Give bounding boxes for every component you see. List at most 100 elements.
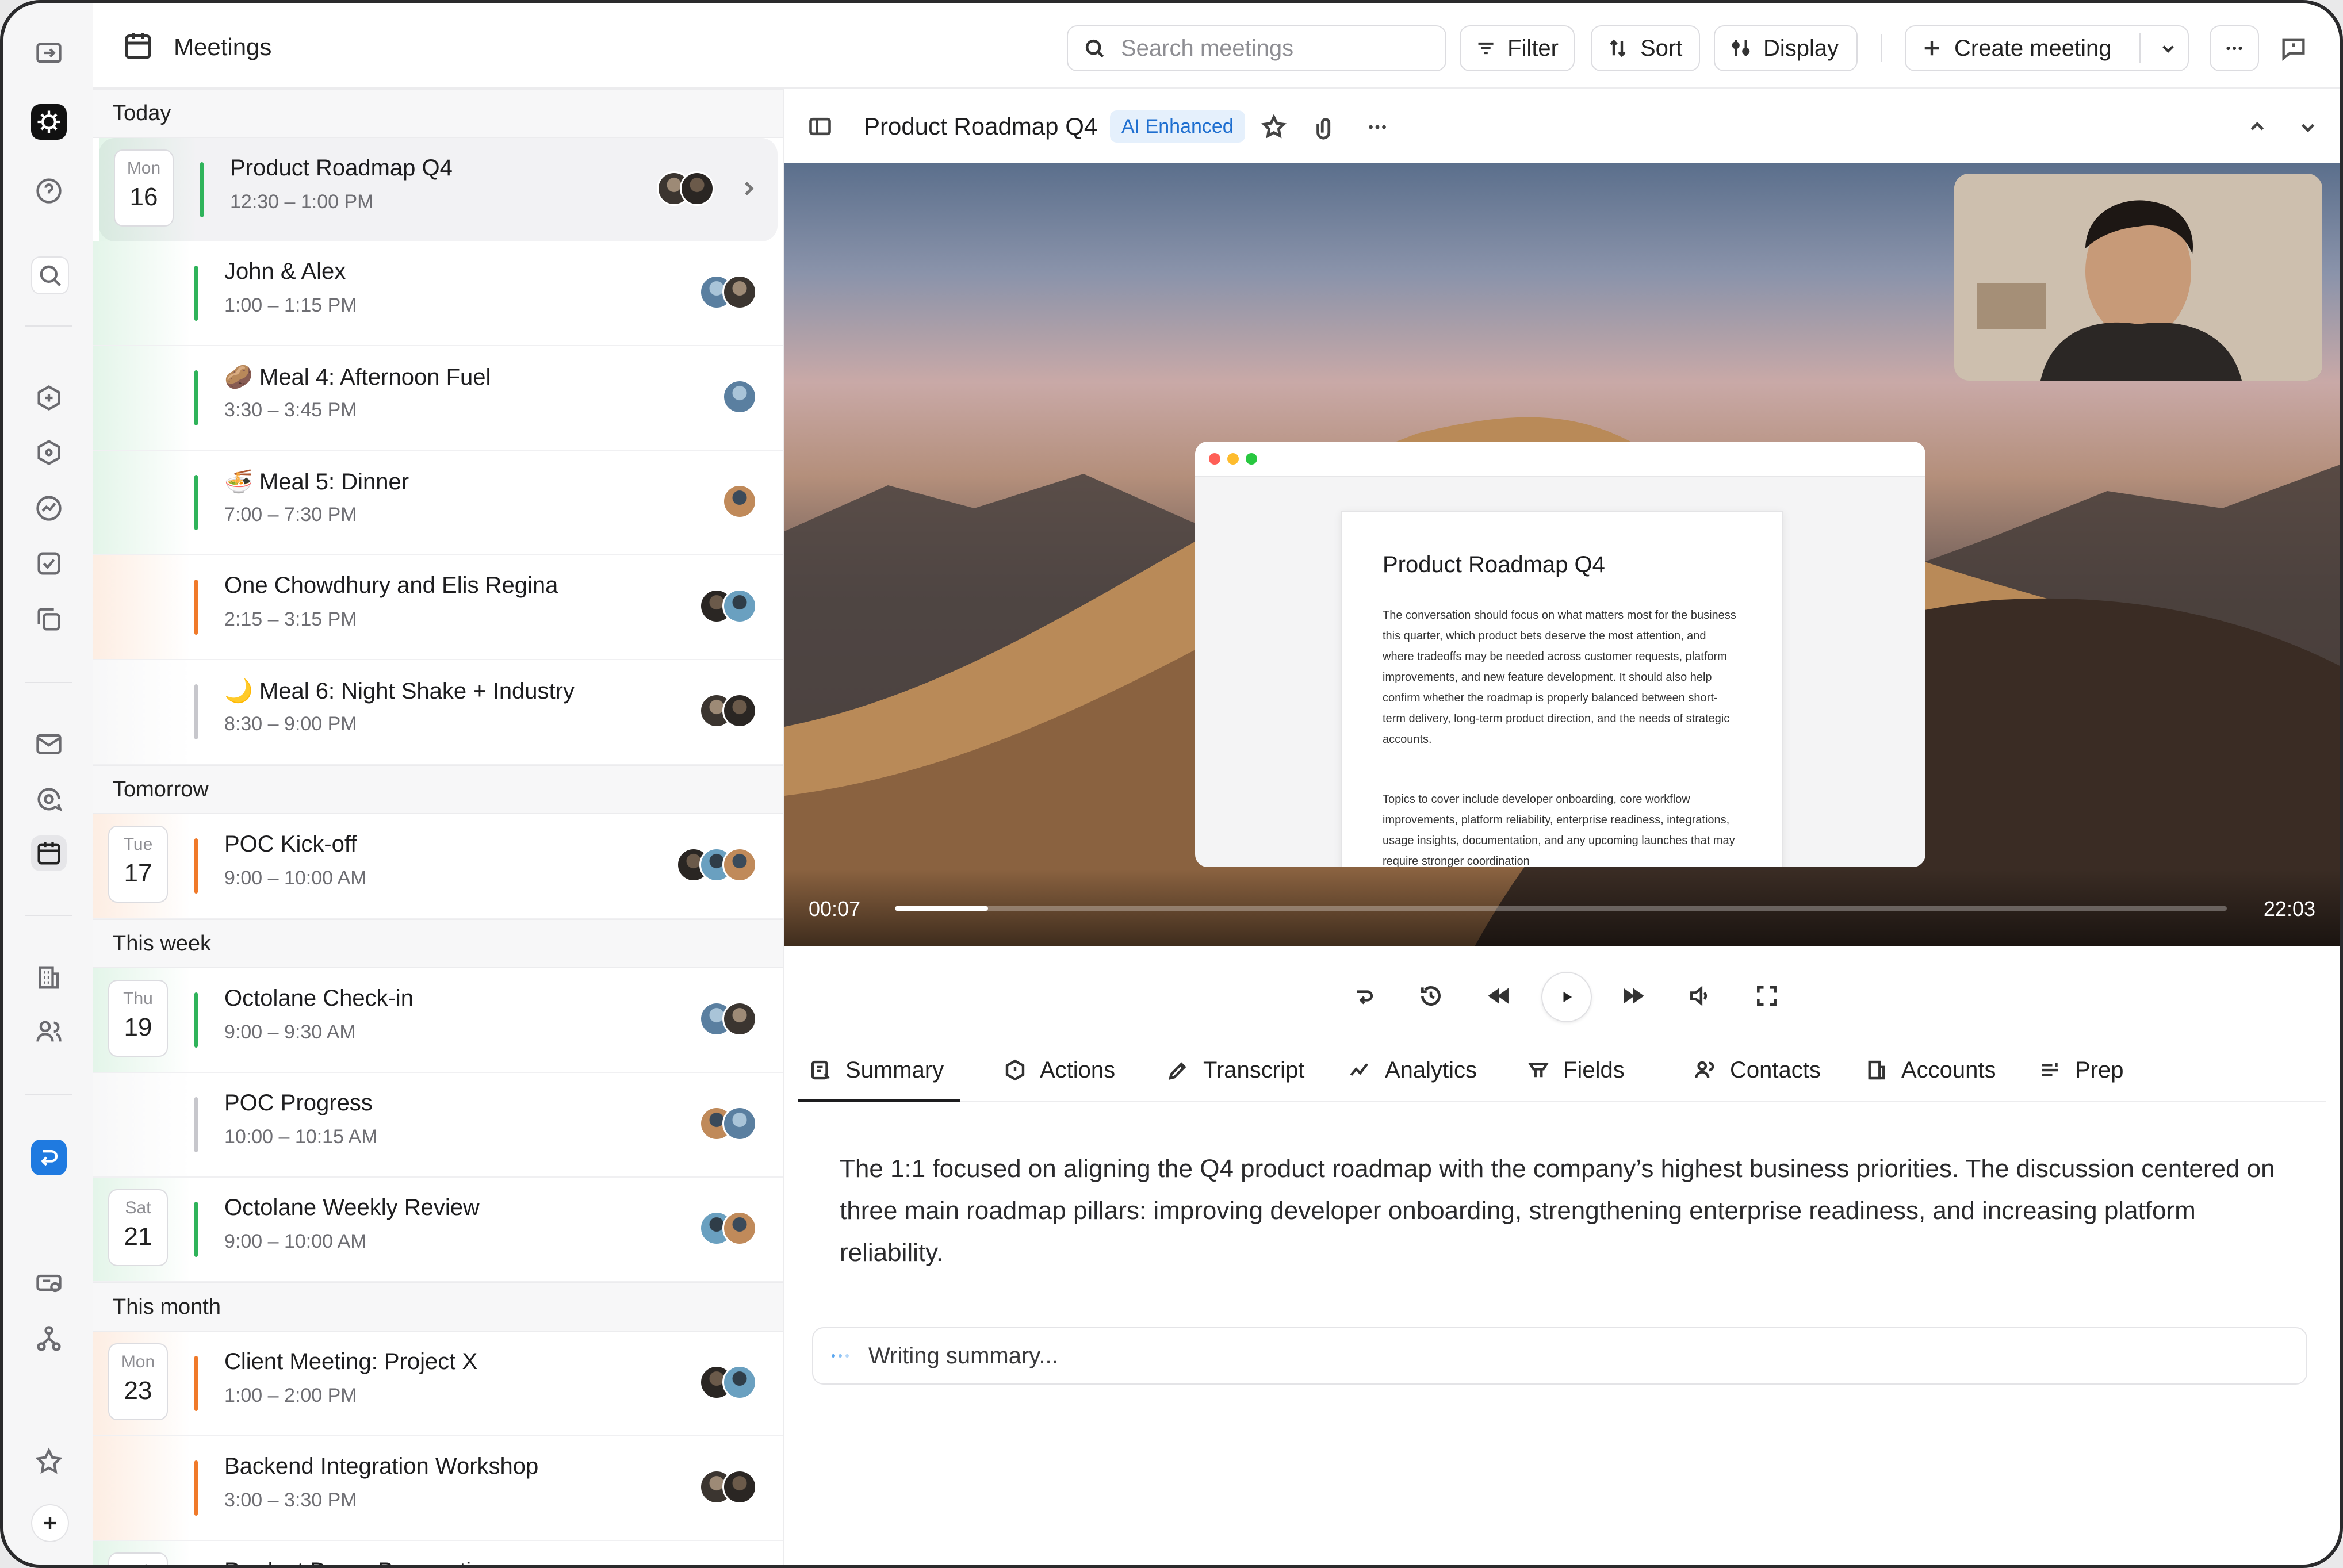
meeting-row[interactable]: 🥔 Meal 4: Afternoon Fuel 3:30 – 3:45 PM	[93, 346, 783, 451]
tab-analytics[interactable]: Analytics	[1348, 1041, 1477, 1099]
avatar	[722, 589, 757, 623]
progress-fill	[895, 906, 989, 911]
filter-icon	[1478, 42, 1494, 55]
meeting-title: Octolane Weekly Review	[224, 1195, 480, 1220]
chevron-right-icon[interactable]	[737, 177, 760, 200]
meeting-row[interactable]: 🍜 Meal 5: Dinner 7:00 – 7:30 PM	[93, 451, 783, 555]
workspace-logo-icon[interactable]	[31, 104, 67, 140]
play-button[interactable]	[1541, 972, 1592, 1022]
copy-icon[interactable]	[31, 601, 67, 637]
settings-icon[interactable]	[31, 1266, 67, 1301]
writing-summary-status: Writing summary...	[812, 1327, 2307, 1385]
search-icon[interactable]	[31, 256, 69, 294]
feedback-icon[interactable]	[2279, 33, 2308, 63]
activity-icon[interactable]	[31, 490, 67, 526]
avatar	[722, 1002, 757, 1036]
rewind-icon[interactable]	[1480, 977, 1517, 1014]
participant-avatars	[676, 848, 757, 883]
meeting-time: 1:00 – 2:00 PM	[224, 1385, 357, 1406]
tab-contacts[interactable]: Contacts	[1693, 1041, 1821, 1099]
toggle-sidebar-icon[interactable]	[807, 114, 833, 139]
meeting-row[interactable]: 🌙 Meal 6: Night Shake + Industry 8:30 – …	[93, 660, 783, 765]
meeting-row[interactable]: Tue 17 POC Kick-off 9:00 – 10:00 AM	[93, 814, 783, 919]
favorites-star-icon[interactable]	[31, 1444, 67, 1479]
row-accent-gradient	[93, 346, 191, 450]
meeting-row[interactable]: Sat 21 Octolane Weekly Review 9:00 – 10:…	[93, 1178, 783, 1282]
meeting-title: Octolane Check-in	[224, 986, 414, 1011]
row-accent-gradient	[93, 555, 191, 659]
avatar	[722, 693, 757, 728]
sort-button[interactable]: Sort	[1591, 25, 1700, 71]
loop-icon[interactable]	[1346, 977, 1383, 1014]
fast-forward-icon[interactable]	[1615, 977, 1652, 1014]
avatar	[722, 275, 757, 309]
avatar	[722, 379, 757, 414]
meeting-time: 7:00 – 7:30 PM	[224, 504, 357, 526]
chevron-down-icon[interactable]	[2157, 37, 2180, 60]
people-icon[interactable]	[31, 1014, 67, 1049]
meeting-row[interactable]: Thu 19 Octolane Check-in 9:00 – 9:30 AM	[93, 968, 783, 1073]
meeting-title: 🍜 Meal 5: Dinner	[224, 469, 409, 494]
calendar-icon	[121, 29, 155, 63]
tasks-icon[interactable]	[31, 546, 67, 581]
tab-accounts[interactable]: Accounts	[1865, 1041, 1996, 1099]
meeting-row[interactable]: John & Alex 1:00 – 1:15 PM	[93, 241, 783, 346]
status-bar	[200, 162, 204, 217]
more-horizontal-icon[interactable]	[1364, 114, 1391, 140]
playback-controls	[784, 969, 2340, 1027]
help-icon[interactable]	[31, 173, 67, 209]
video-player[interactable]: Product Roadmap Q4 The conversation shou…	[784, 163, 2340, 946]
date-badge: Tue 17	[108, 826, 168, 903]
group-header: This week	[93, 919, 783, 968]
row-accent-gradient	[93, 1073, 191, 1176]
new-record-icon[interactable]	[31, 380, 67, 416]
meeting-title: 🌙 Meal 6: Night Shake + Industry	[224, 678, 575, 704]
star-icon[interactable]	[1261, 114, 1287, 140]
search-box[interactable]	[1067, 25, 1446, 71]
add-icon[interactable]	[31, 1504, 69, 1542]
tab-prep[interactable]: Prep	[2038, 1041, 2124, 1099]
duration: 22:03	[2263, 897, 2315, 921]
volume-icon[interactable]	[1682, 977, 1718, 1014]
fullscreen-icon[interactable]	[1748, 977, 1785, 1014]
meeting-row[interactable]: POC Progress 10:00 – 10:15 AM	[93, 1073, 783, 1178]
filter-button[interactable]: Filter	[1460, 25, 1575, 71]
meeting-row[interactable]: One Chowdhury and Elis Regina 2:15 – 3:1…	[93, 555, 783, 660]
workflow-icon[interactable]	[31, 1321, 67, 1357]
meeting-detail: Product Roadmap Q4 AI Enhanced Product R…	[784, 89, 2340, 1565]
meeting-row[interactable]: Mon 23 Client Meeting: Project X 1:00 – …	[93, 1332, 783, 1436]
participant-avatars	[699, 1365, 757, 1401]
tab-summary[interactable]: Summary	[798, 1041, 960, 1102]
collapse-rail-icon[interactable]	[31, 35, 67, 71]
meeting-time: 3:30 – 3:45 PM	[224, 399, 357, 421]
companies-icon[interactable]	[31, 960, 67, 995]
status-bar	[194, 684, 198, 739]
shared-document: Product Roadmap Q4 The conversation shou…	[1341, 511, 1783, 867]
chevron-up-icon[interactable]	[2244, 114, 2271, 140]
create-meeting-button[interactable]: Create meeting	[1905, 25, 2189, 71]
mail-icon[interactable]	[31, 726, 67, 762]
tab-actions[interactable]: Actions	[1003, 1041, 1115, 1099]
avatar	[722, 484, 757, 519]
participant-avatars	[699, 1211, 757, 1247]
speed-icon[interactable]	[1412, 977, 1449, 1014]
meeting-time: 9:00 – 10:00 AM	[224, 1230, 367, 1252]
sync-app-icon[interactable]	[31, 1140, 67, 1175]
meeting-row[interactable]: Fri Product Demo Preparation	[93, 1541, 783, 1565]
date-badge: Fri	[108, 1552, 168, 1565]
attachment-icon[interactable]	[1312, 114, 1339, 140]
row-accent-gradient	[93, 660, 191, 764]
tab-fields[interactable]: Fields	[1526, 1041, 1625, 1099]
meeting-row[interactable]: Backend Integration Workshop 3:00 – 3:30…	[93, 1436, 783, 1541]
meetings-calendar-icon[interactable]	[31, 835, 67, 871]
progress-track[interactable]	[895, 906, 2227, 911]
more-options-button[interactable]	[2210, 25, 2259, 71]
search-input[interactable]	[1120, 34, 1433, 62]
chevron-down-icon[interactable]	[2295, 114, 2321, 140]
participant-avatars	[657, 171, 714, 207]
tab-transcript[interactable]: Transcript	[1166, 1041, 1304, 1099]
objects-icon[interactable]	[31, 435, 67, 470]
display-button[interactable]: Display	[1714, 25, 1858, 71]
meeting-row[interactable]: Mon 16 Product Roadmap Q4 12:30 – 1:00 P…	[99, 138, 778, 241]
chat-search-icon[interactable]	[31, 783, 67, 818]
